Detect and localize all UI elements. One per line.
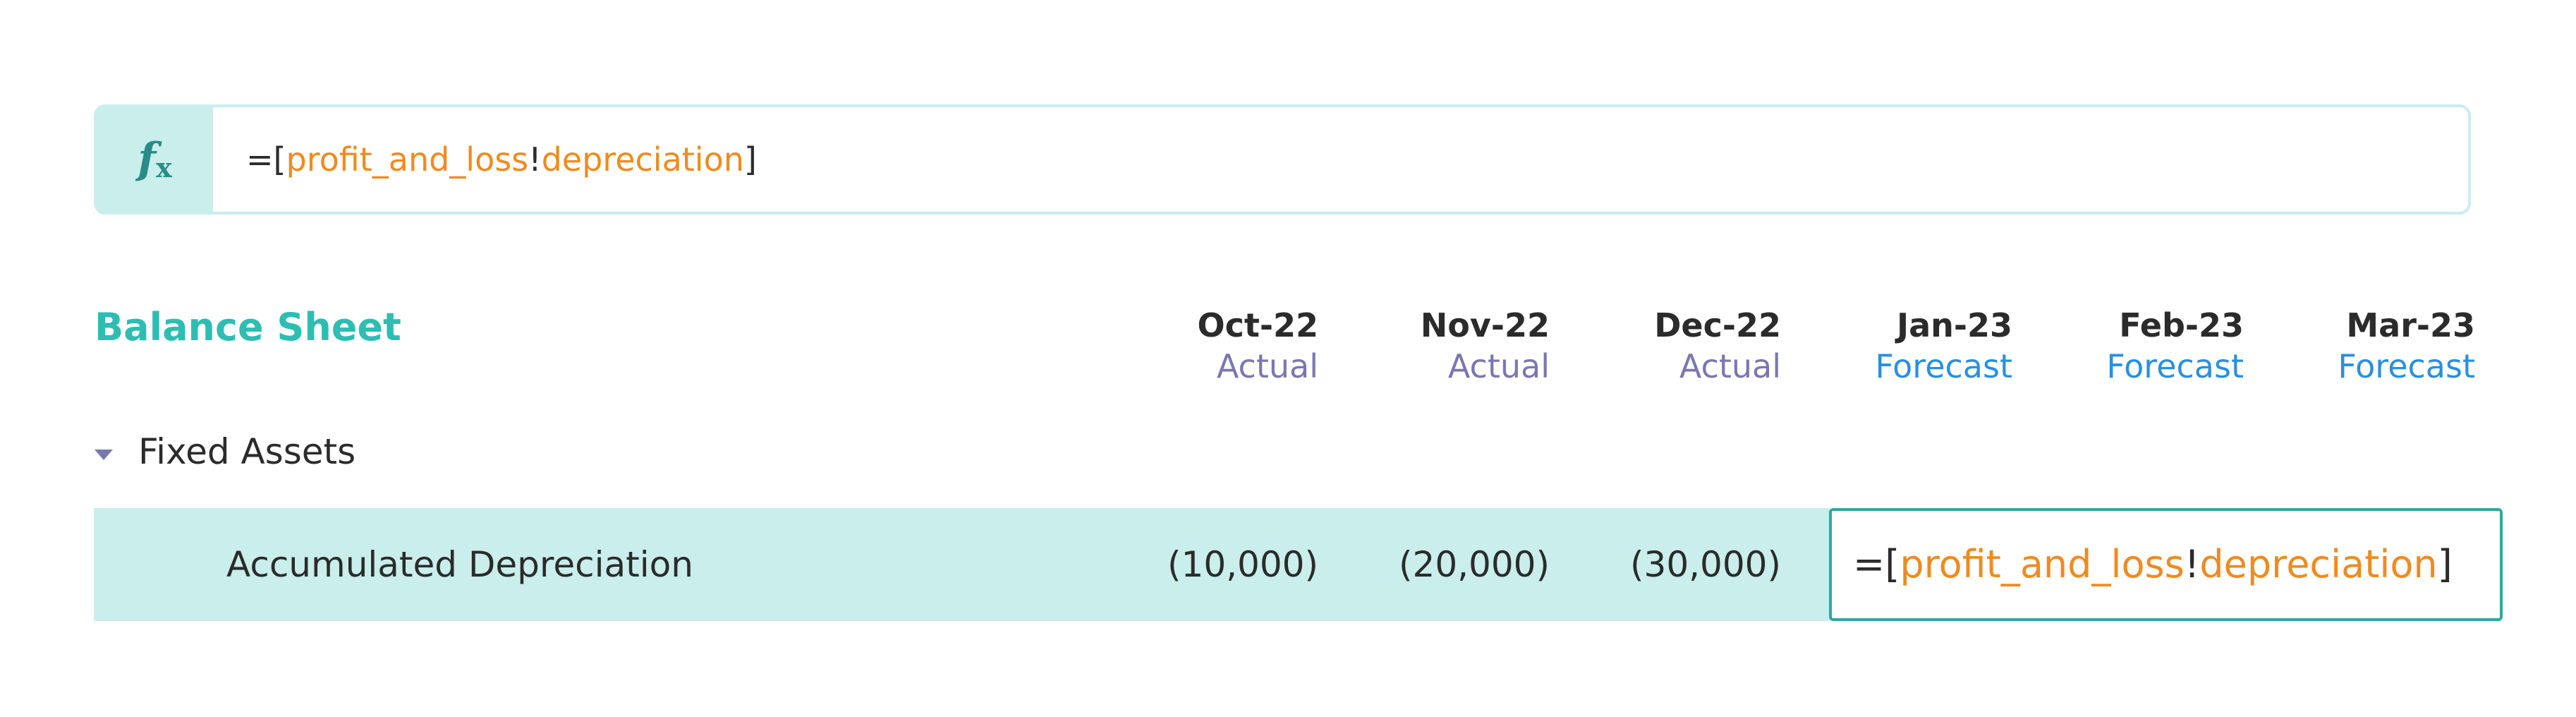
active-cell-jan-23[interactable]: =[profit_and_loss!depreciation] (1829, 508, 2503, 621)
cell-formula-ref-field: depreciation (2199, 542, 2438, 586)
cell-oct-22[interactable]: (10,000) (1093, 508, 1318, 621)
formula-input[interactable]: =[profit_and_loss!depreciation] (246, 107, 757, 212)
cell-formula-prefix: =[ (1853, 542, 1900, 586)
formula-suffix: ] (743, 140, 757, 179)
active-cell-formula[interactable]: =[profit_and_loss!depreciation] (1853, 511, 2453, 618)
period-month: Oct-22 (1197, 306, 1318, 344)
period-month: Dec-22 (1654, 306, 1781, 344)
period-header-jan-23: Jan-23 Forecast (1787, 305, 2012, 387)
fx-icon: fx (97, 107, 213, 212)
period-type: Actual (1447, 347, 1550, 385)
formula-prefix: =[ (246, 140, 286, 179)
cell-formula-suffix: ] (2437, 542, 2453, 586)
period-type: Forecast (1875, 347, 2012, 385)
period-type: Forecast (2338, 347, 2475, 385)
sheet-title: Balance Sheet (95, 305, 401, 349)
row-label: Accumulated Depreciation (226, 544, 693, 585)
group-row-fixed-assets[interactable]: Fixed Assets (95, 427, 356, 476)
cell-nov-22[interactable]: (20,000) (1324, 508, 1550, 621)
period-month: Nov-22 (1420, 306, 1550, 344)
formula-separator: ! (528, 140, 542, 179)
period-header-nov-22: Nov-22 Actual (1324, 305, 1550, 387)
period-type: Forecast (2106, 347, 2244, 385)
cell-formula-separator: ! (2184, 542, 2200, 586)
cell-dec-22[interactable]: (30,000) (1555, 508, 1781, 621)
period-month: Jan-23 (1896, 306, 2012, 344)
period-type: Actual (1679, 347, 1781, 385)
period-month: Feb-23 (2119, 306, 2244, 344)
formula-ref-sheet: profit_and_loss (286, 140, 529, 179)
formula-ref-field: depreciation (541, 140, 744, 179)
cell-formula-ref-sheet: profit_and_loss (1900, 542, 2185, 586)
caret-down-icon[interactable] (95, 449, 113, 460)
formula-bar[interactable]: fx =[profit_and_loss!depreciation] (94, 104, 2471, 215)
group-label: Fixed Assets (138, 431, 356, 472)
period-month: Mar-23 (2346, 306, 2475, 344)
period-header-dec-22: Dec-22 Actual (1555, 305, 1781, 387)
period-type: Actual (1216, 347, 1318, 385)
period-header-oct-22: Oct-22 Actual (1093, 305, 1318, 387)
period-header-feb-23: Feb-23 Forecast (2018, 305, 2244, 387)
period-header-mar-23: Mar-23 Forecast (2249, 305, 2475, 387)
spreadsheet-page: fx =[profit_and_loss!depreciation] Balan… (0, 0, 2576, 717)
